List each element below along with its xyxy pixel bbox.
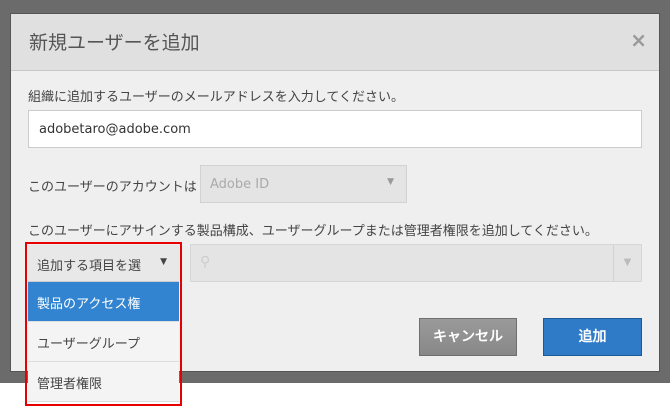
search-icon: ⚲	[200, 254, 211, 270]
account-type-select[interactable]: Adobe ID ▼	[200, 165, 407, 203]
account-type-value: Adobe ID	[210, 177, 270, 192]
chevron-down-icon: ▼	[387, 177, 394, 187]
cancel-button[interactable]: キャンセル	[419, 318, 517, 356]
assign-label: このユーザーにアサインする製品構成、ユーザーグループまたは管理者権限を追加してく…	[28, 224, 598, 239]
highlight-box	[25, 242, 182, 406]
account-label: このユーザーのアカウントは	[28, 180, 197, 195]
email-input[interactable]: adobetaro@adobe.com	[28, 110, 642, 148]
chevron-down-icon[interactable]: ▼	[613, 245, 641, 281]
dialog-title: 新規ユーザーを追加	[29, 32, 200, 54]
add-button[interactable]: 追加	[543, 318, 642, 356]
email-label: 組織に追加するユーザーのメールアドレスを入力してください。	[28, 90, 404, 105]
assign-search-input[interactable]: ⚲ ▼	[190, 244, 642, 282]
close-icon[interactable]: ×	[630, 28, 647, 52]
dialog-header: 新規ユーザーを追加 ×	[11, 14, 659, 71]
